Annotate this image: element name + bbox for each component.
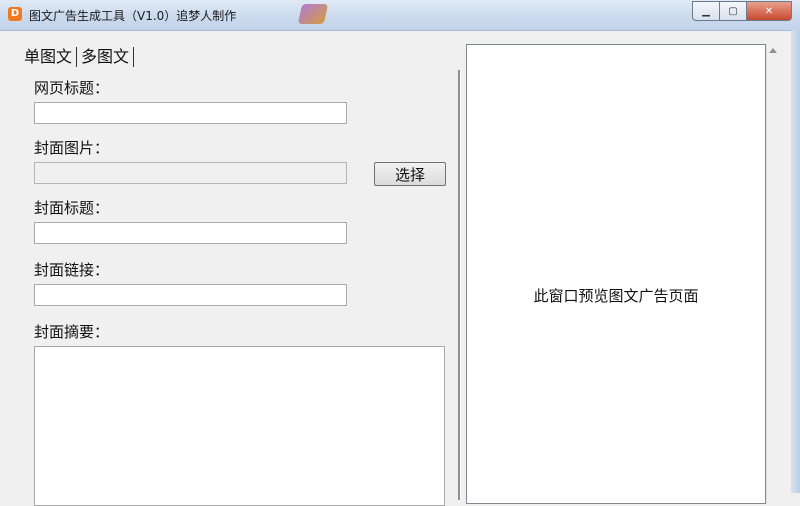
- page-title-input[interactable]: [34, 102, 347, 124]
- tab-separator: [76, 47, 78, 67]
- app-icon: D: [8, 7, 22, 21]
- minimize-icon: ▁: [702, 5, 710, 17]
- tab-separator: [133, 47, 135, 67]
- scroll-up-arrow-icon[interactable]: [769, 48, 777, 53]
- panel-divider: [458, 70, 461, 500]
- choose-image-button[interactable]: 选择: [374, 162, 446, 186]
- tab-bar: 单图文 多图文: [22, 46, 136, 68]
- tab-single-article[interactable]: 单图文: [22, 46, 74, 68]
- caption-buttons: ▁ ▢ ✕: [692, 1, 792, 21]
- cover-image-path-input[interactable]: [34, 162, 347, 184]
- close-button[interactable]: ✕: [747, 1, 792, 21]
- page-title-label: 网页标题：: [34, 79, 110, 97]
- title-bar[interactable]: D 图文广告生成工具（V1.0）追梦人制作 ▁ ▢ ✕: [0, 0, 800, 31]
- tab-multi-article[interactable]: 多图文: [79, 46, 131, 68]
- cover-summary-textarea[interactable]: [34, 346, 445, 506]
- cover-link-label: 封面链接：: [34, 261, 110, 279]
- cover-link-input[interactable]: [34, 284, 347, 306]
- cover-title-input[interactable]: [34, 222, 347, 244]
- title-decoration: [297, 4, 329, 24]
- preview-pane[interactable]: 此窗口预览图文广告页面: [466, 44, 766, 504]
- app-window: D 图文广告生成工具（V1.0）追梦人制作 ▁ ▢ ✕ 单图文 多图文 网页标题…: [0, 0, 800, 506]
- maximize-button[interactable]: ▢: [720, 1, 747, 21]
- preview-placeholder: 此窗口预览图文广告页面: [533, 287, 699, 305]
- window-title: 图文广告生成工具（V1.0）追梦人制作: [29, 9, 237, 23]
- minimize-button[interactable]: ▁: [692, 1, 720, 21]
- window-border: [791, 30, 800, 493]
- cover-image-label: 封面图片：: [34, 139, 110, 157]
- cover-summary-label: 封面摘要：: [34, 323, 110, 341]
- cover-title-label: 封面标题：: [34, 199, 110, 217]
- preview-scrollbar[interactable]: [766, 44, 782, 504]
- maximize-icon: ▢: [728, 5, 738, 17]
- close-icon: ✕: [764, 5, 774, 17]
